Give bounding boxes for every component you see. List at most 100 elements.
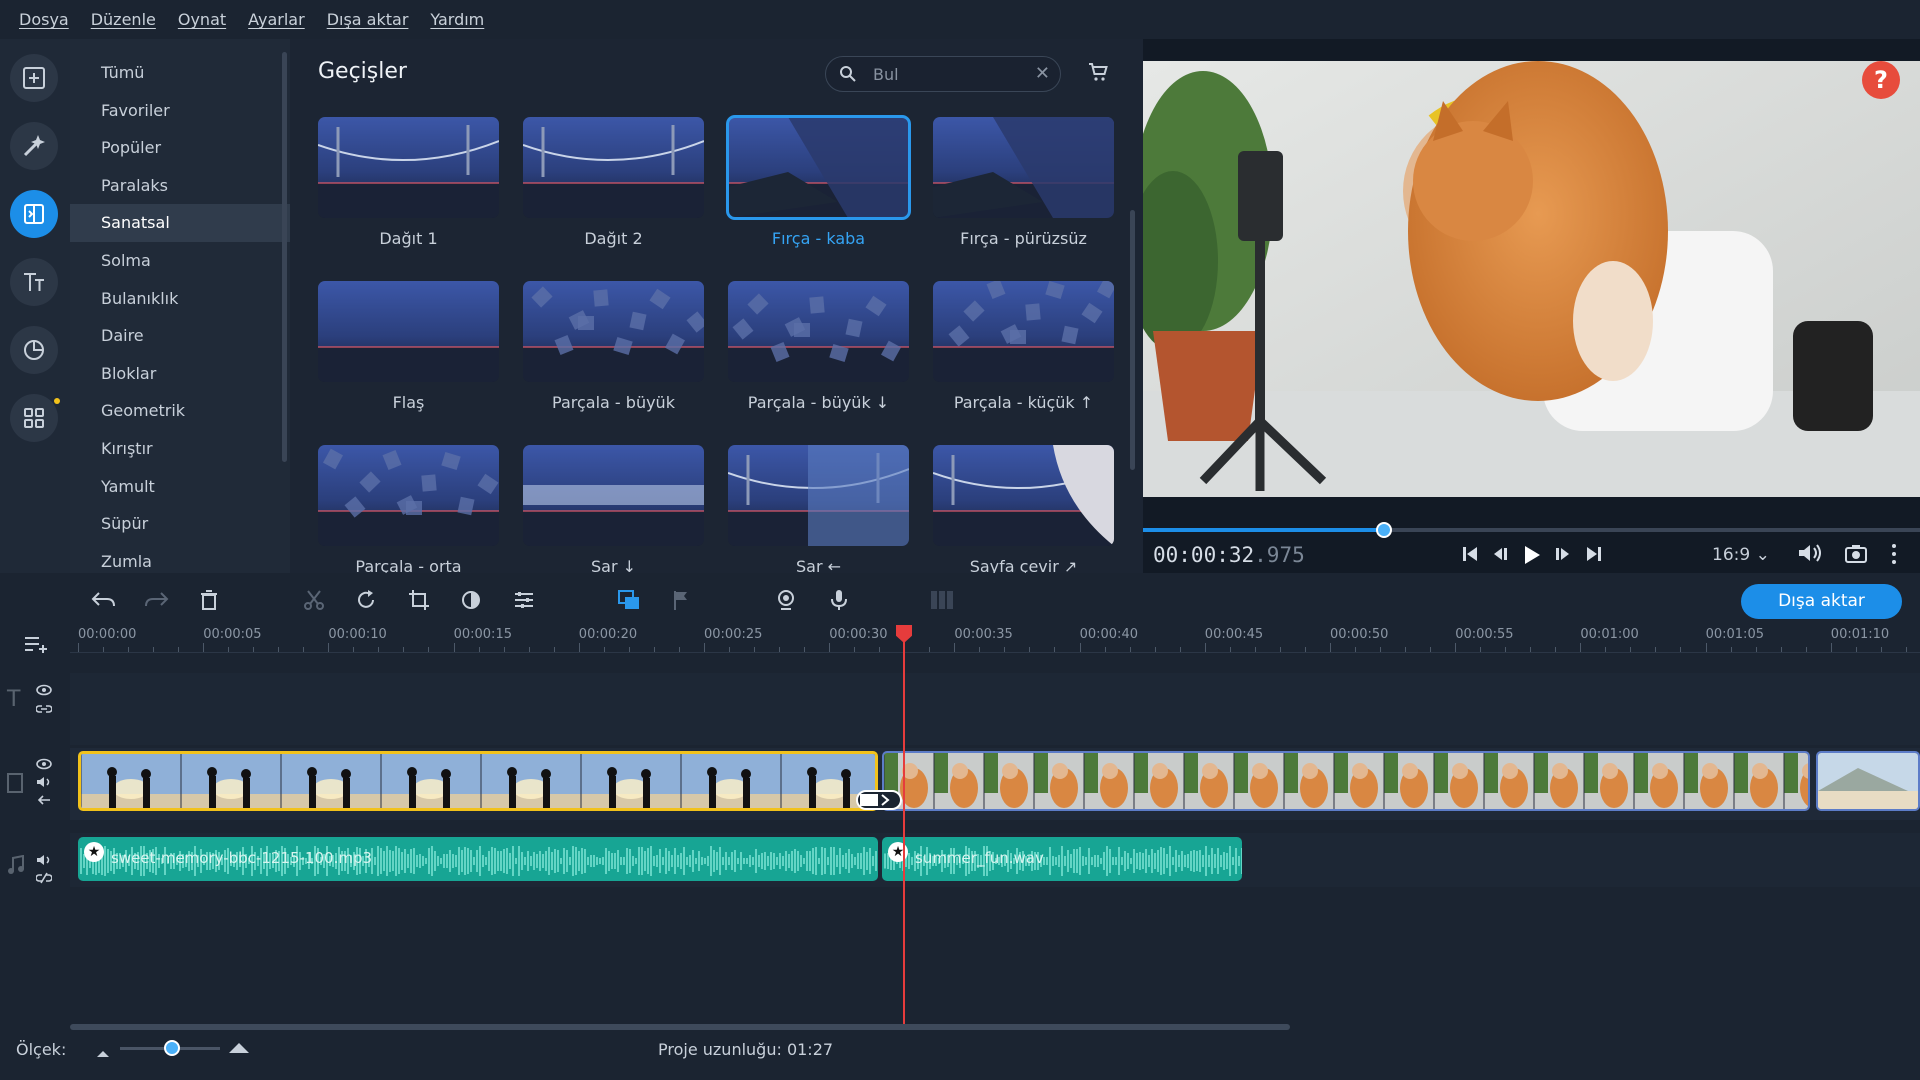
title-track[interactable]	[70, 673, 1920, 745]
frame-back-icon[interactable]	[1490, 544, 1510, 568]
tool-button-more-tools[interactable]	[10, 394, 60, 442]
zoom-in-icon[interactable]	[228, 1039, 250, 1058]
ruler-mark	[628, 647, 630, 652]
export-button[interactable]: Dışa aktar	[1741, 584, 1902, 619]
help-button[interactable]: ?	[1862, 61, 1900, 99]
skip-start-icon[interactable]	[1460, 544, 1480, 568]
category-item[interactable]: Bulanıklık	[70, 280, 290, 318]
eye-icon[interactable]	[36, 755, 52, 774]
category-item[interactable]: Zumla	[70, 543, 290, 573]
ruler-tick-label: 00:01:00	[1580, 627, 1639, 642]
category-item[interactable]: Favoriler	[70, 92, 290, 130]
transition-marker[interactable]	[856, 790, 902, 810]
video-preview	[1143, 61, 1920, 497]
ruler-mark	[779, 647, 780, 652]
tool-button-stickers[interactable]	[10, 326, 58, 374]
video-clip-beach[interactable]	[1816, 751, 1920, 811]
microphone-icon[interactable]	[825, 586, 853, 614]
clip-properties-icon[interactable]	[510, 586, 538, 614]
snapshot-icon[interactable]	[1845, 543, 1867, 567]
ruler-mark	[1505, 647, 1507, 652]
add-track-icon[interactable]	[24, 635, 50, 659]
ruler-tick-label: 00:00:10	[328, 627, 387, 642]
split-screen-icon[interactable]	[928, 586, 956, 614]
speaker-icon[interactable]	[36, 851, 52, 870]
search-input[interactable]	[873, 62, 1023, 86]
rotate-icon[interactable]	[352, 586, 380, 614]
menu-item[interactable]: Oynat	[167, 10, 237, 29]
transition-label: Fırça - kaba	[771, 229, 866, 248]
ruler-mark	[1630, 647, 1632, 652]
zoom-out-icon[interactable]	[96, 1043, 110, 1062]
frame-forward-icon[interactable]	[1553, 544, 1573, 568]
category-item[interactable]: Süpür	[70, 505, 290, 543]
ruler-tick-label: 00:00:00	[78, 627, 137, 642]
tool-button-transitions[interactable]	[10, 190, 58, 238]
webcam-icon[interactable]	[772, 586, 800, 614]
category-item[interactable]: Sanatsal	[70, 204, 290, 242]
unlink-icon[interactable]	[35, 869, 53, 888]
audio-clip-label: sweet-memory-bbc-1215-100.mp3	[111, 849, 373, 867]
undo-icon[interactable]	[90, 586, 118, 614]
category-item[interactable]: Yamult	[70, 468, 290, 506]
ruler-tick-label: 00:01:05	[1705, 627, 1764, 642]
menu-item[interactable]: Yardım	[419, 10, 495, 29]
volume-icon[interactable]	[1797, 542, 1823, 568]
category-item[interactable]: Bloklar	[70, 355, 290, 393]
aspect-ratio-select[interactable]: 16:9 ⌄	[1712, 545, 1770, 565]
overlay-icon[interactable]	[615, 586, 643, 614]
cart-icon[interactable]	[1087, 61, 1109, 87]
category-item[interactable]: Daire	[70, 317, 290, 355]
seek-handle[interactable]	[1375, 522, 1392, 538]
tool-button-titles[interactable]	[10, 258, 58, 306]
search-icon	[839, 65, 857, 87]
category-item[interactable]: Solma	[70, 242, 290, 280]
more-options-icon[interactable]	[1890, 543, 1898, 569]
browser-scrollbar[interactable]	[1130, 210, 1135, 470]
tool-button-magic[interactable]	[10, 122, 58, 170]
category-scrollbar[interactable]	[282, 52, 287, 462]
color-adjust-icon[interactable]	[457, 586, 485, 614]
ruler-mark	[1730, 647, 1732, 652]
category-item[interactable]: Tümü	[70, 54, 290, 92]
speaker-icon[interactable]	[36, 773, 52, 792]
video-clip-silhouettes[interactable]	[78, 751, 878, 811]
skip-end-icon[interactable]	[1584, 544, 1604, 568]
category-item[interactable]: Kırıştır	[70, 430, 290, 468]
timeline-toolbar	[0, 573, 1920, 627]
status-bar	[0, 1030, 1920, 1080]
category-item[interactable]: Geometrik	[70, 392, 290, 430]
tool-button-import[interactable]	[10, 54, 58, 102]
link-icon[interactable]	[35, 700, 53, 719]
seek-bar[interactable]	[1143, 522, 1920, 538]
cut-icon[interactable]	[300, 586, 328, 614]
playhead[interactable]	[903, 627, 905, 1025]
menu-item[interactable]: Dışa aktar	[316, 10, 420, 29]
ruler-mark	[1530, 647, 1532, 652]
delete-icon[interactable]	[195, 586, 223, 614]
timeline-ruler[interactable]: 00:00:00 00:00:05 00:00:10 00:00:15 00:00:20…	[70, 627, 1920, 653]
eye-icon[interactable]	[36, 681, 52, 700]
video-track-icon	[7, 773, 23, 797]
ruler-mark	[829, 643, 831, 652]
menu-item[interactable]: Ayarlar	[237, 10, 316, 29]
ruler-mark	[1705, 643, 1707, 652]
ruler-mark	[1079, 643, 1081, 652]
redo-icon[interactable]	[142, 586, 170, 614]
zoom-handle[interactable]	[164, 1040, 180, 1056]
category-item[interactable]: Paralaks	[70, 167, 290, 205]
category-item[interactable]: Popüler	[70, 129, 290, 167]
arrow-left-icon[interactable]	[36, 791, 52, 810]
clear-search-icon[interactable]: ✕	[1035, 63, 1050, 84]
menu-item[interactable]: Dosya	[8, 10, 80, 29]
audio-clip-label: summer_fun.wav	[915, 849, 1044, 867]
search-box[interactable]: ✕	[825, 56, 1061, 92]
transition-thumbnail	[318, 281, 499, 382]
audio-clip[interactable]: ★ sweet-memory-bbc-1215-100.mp3	[78, 837, 878, 881]
video-clip-cat[interactable]	[882, 751, 1810, 811]
menu-item[interactable]: Düzenle	[80, 10, 167, 29]
play-icon[interactable]	[1520, 544, 1542, 570]
crop-icon[interactable]	[405, 586, 433, 614]
marker-icon[interactable]	[667, 586, 695, 614]
audio-clip[interactable]: ★ summer_fun.wav	[882, 837, 1242, 881]
